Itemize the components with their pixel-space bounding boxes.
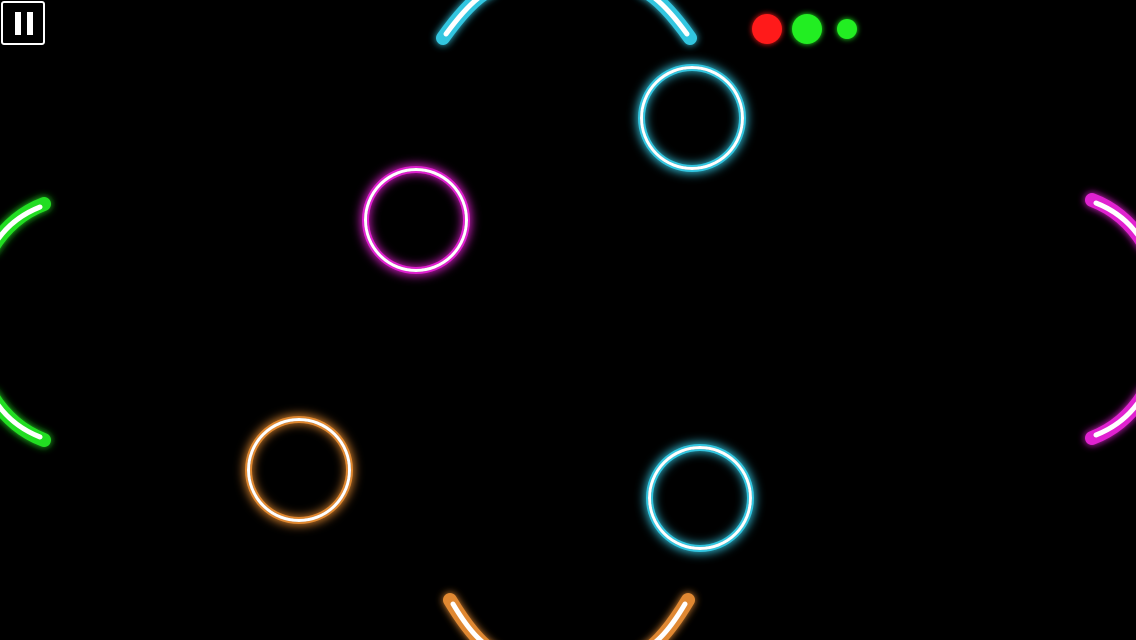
ball-ring[interactable] [640,66,744,170]
paddle-right[interactable] [1085,193,1136,445]
paddle-top[interactable] [436,0,697,45]
paddle-bottom[interactable] [443,593,695,640]
ball-ring[interactable] [648,446,752,550]
game-stage[interactable] [0,0,1136,640]
paddle-layer [0,0,1136,640]
paddle-left[interactable] [0,197,51,447]
ball-ring[interactable] [364,168,468,272]
ball-ring[interactable] [247,418,351,522]
